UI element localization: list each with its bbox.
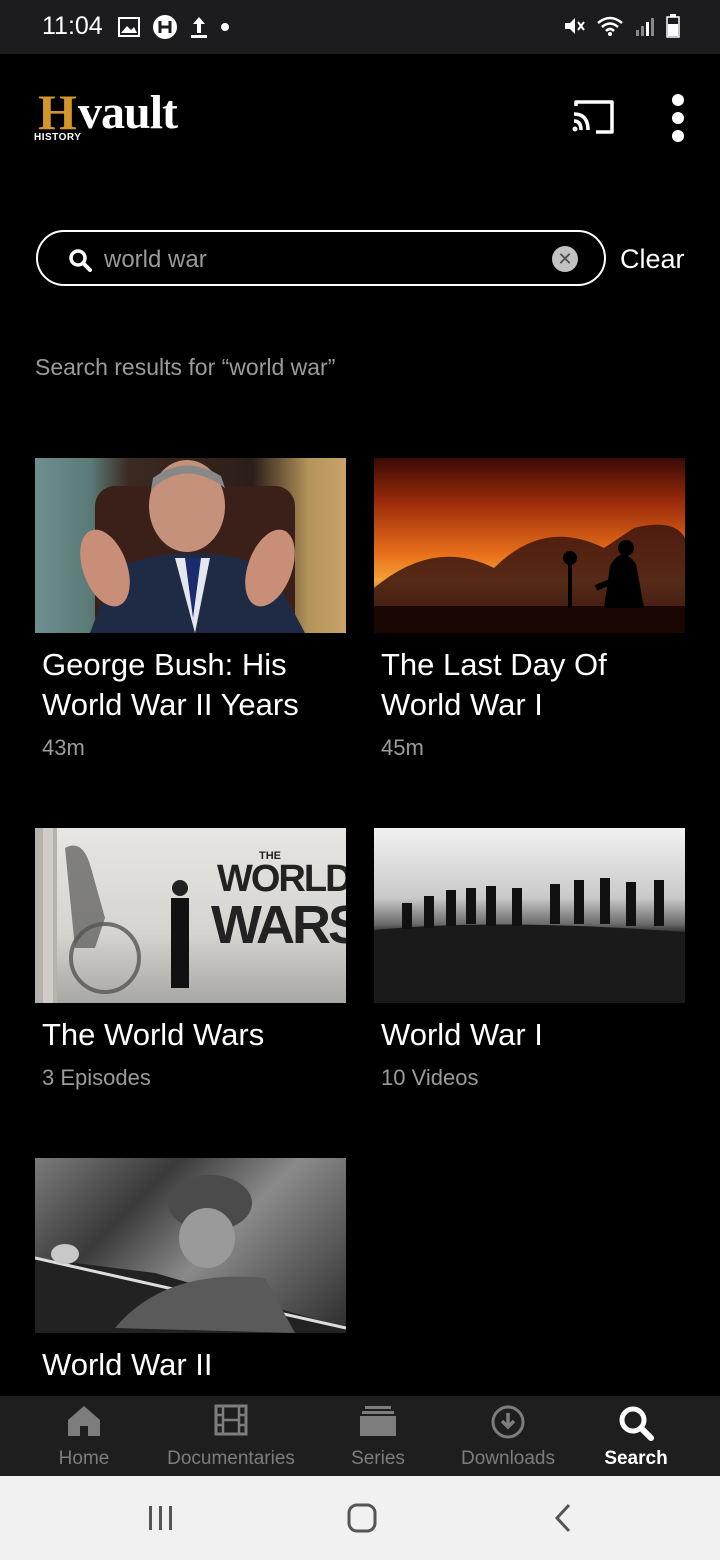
recent-apps-icon[interactable] <box>146 1504 176 1532</box>
result-card-world-war-2[interactable]: World War II <box>35 1158 346 1385</box>
card-videos: 10 Videos <box>381 1065 479 1090</box>
dot-icon <box>221 23 229 31</box>
cast-button[interactable] <box>570 98 616 136</box>
wifi-icon <box>597 16 623 36</box>
nav-downloads[interactable]: Downloads <box>448 1396 568 1476</box>
card-title[interactable]: George Bush: His World War II Years <box>42 645 346 725</box>
thumbnail-last-day-ww1[interactable] <box>374 458 685 633</box>
nav-series[interactable]: Series <box>328 1396 428 1476</box>
logo-h: H <box>38 84 77 140</box>
home-icon <box>68 1406 100 1436</box>
nav-home[interactable]: Home <box>34 1396 134 1476</box>
result-card-george-bush[interactable]: George Bush: His World War II Years 43m <box>35 458 346 761</box>
search-query-text[interactable]: world war <box>104 246 207 274</box>
nav-label: Downloads <box>461 1448 555 1469</box>
system-navigation-bar <box>0 1476 720 1560</box>
nav-search[interactable]: Search <box>588 1396 684 1476</box>
card-episodes: 3 Episodes <box>42 1065 151 1090</box>
card-title[interactable]: The Last Day Of World War I <box>381 645 685 725</box>
nav-label: Series <box>351 1448 405 1469</box>
back-icon[interactable] <box>552 1502 574 1534</box>
search-icon <box>69 249 92 272</box>
nav-label: Documentaries <box>167 1448 295 1469</box>
more-options-button[interactable] <box>664 92 692 144</box>
card-title[interactable]: World War II <box>42 1345 346 1385</box>
image-notification-icon <box>118 17 140 37</box>
result-card-last-day-ww1[interactable]: The Last Day Of World War I 45m <box>374 458 685 761</box>
card-duration: 45m <box>381 735 424 760</box>
card-title[interactable]: The World Wars <box>42 1015 346 1055</box>
card-title[interactable]: World War I <box>381 1015 685 1055</box>
signal-icon <box>636 18 654 36</box>
clear-button[interactable]: Clear <box>620 244 685 275</box>
battery-icon <box>666 14 680 38</box>
status-time: 11:04 <box>42 12 103 40</box>
search-results-label: Search results for “world war” <box>35 354 336 380</box>
upload-icon <box>191 17 207 38</box>
thumb-text-wars: WARS <box>211 895 346 955</box>
mute-icon <box>565 18 585 34</box>
search-input[interactable]: world war ✕ <box>36 230 606 286</box>
clear-input-icon[interactable]: ✕ <box>552 246 578 272</box>
logo-history: HISTORY <box>34 132 82 143</box>
thumbnail-the-world-wars[interactable]: THE WORLD WARS <box>35 828 346 1003</box>
nav-label: Search <box>604 1448 668 1469</box>
result-card-world-war-1[interactable]: World War I 10 Videos <box>374 828 685 1091</box>
download-icon <box>491 1405 525 1439</box>
thumbnail-world-war-2[interactable] <box>35 1158 346 1333</box>
history-vault-logo[interactable]: H vault HISTORY <box>34 86 194 148</box>
more-vertical-icon <box>672 94 684 142</box>
nav-documentaries[interactable]: Documentaries <box>152 1396 310 1476</box>
thumbnail-george-bush[interactable] <box>35 458 346 633</box>
status-bar: 11:04 <box>0 0 720 54</box>
card-duration: 43m <box>42 735 85 760</box>
cast-icon <box>572 100 614 134</box>
series-icon <box>360 1406 396 1436</box>
result-card-the-world-wars[interactable]: THE WORLD WARS The World Wars 3 Episodes <box>35 828 346 1091</box>
film-icon <box>214 1404 248 1436</box>
bottom-navigation: Home Documentaries Series Downloads Sear… <box>0 1396 720 1476</box>
history-notification-icon <box>153 15 177 39</box>
search-icon <box>619 1406 654 1441</box>
thumbnail-world-war-1[interactable] <box>374 828 685 1003</box>
logo-vault: vault <box>78 86 178 139</box>
home-button-icon[interactable] <box>346 1502 378 1534</box>
nav-label: Home <box>58 1448 110 1469</box>
